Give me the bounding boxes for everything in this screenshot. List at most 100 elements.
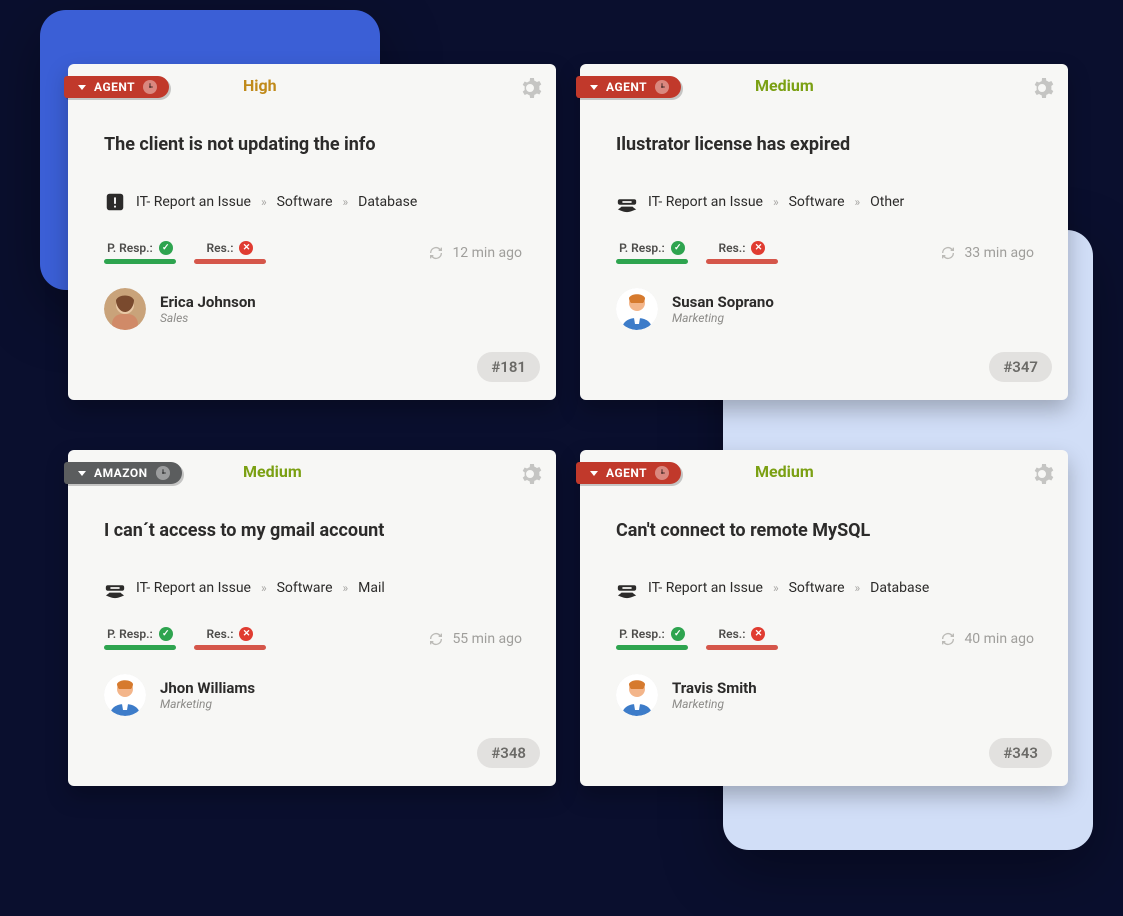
breadcrumb-item[interactable]: Database: [870, 580, 929, 596]
breadcrumb-item[interactable]: Software: [277, 194, 333, 210]
breadcrumb-item[interactable]: Database: [358, 194, 417, 210]
breadcrumb-item[interactable]: Software: [789, 580, 845, 596]
avatar[interactable]: [104, 288, 146, 330]
ticket-card: AMAZON Medium I can´t access to my gmail…: [68, 450, 556, 786]
status-row: P. Resp.: ✓ Res.: ✕ 40 min ago: [616, 627, 1040, 650]
gear-icon[interactable]: [1030, 462, 1054, 486]
avatar[interactable]: [616, 674, 658, 716]
caret-down-icon: [590, 85, 598, 90]
service-icon: [104, 191, 126, 213]
gear-icon[interactable]: [518, 462, 542, 486]
timestamp-text: 33 min ago: [964, 245, 1034, 261]
badge-label: AGENT: [606, 80, 647, 94]
ticket-id-badge[interactable]: #343: [989, 738, 1052, 768]
service-icon: [104, 577, 126, 599]
user-department: Sales: [160, 311, 256, 325]
ticket-title[interactable]: I can´t access to my gmail account: [104, 520, 528, 541]
status-row: P. Resp.: ✓ Res.: ✕ 55 min ago: [104, 627, 528, 650]
breadcrumb-item[interactable]: Mail: [358, 580, 385, 596]
progress-bar-green: [616, 259, 688, 264]
clock-icon: [156, 466, 170, 480]
p-resp-label: P. Resp.:: [107, 241, 153, 255]
x-icon: ✕: [751, 241, 765, 255]
breadcrumb: IT- Report an Issue » Software » Other: [616, 191, 1040, 213]
clock-icon: [655, 80, 669, 94]
badge-label: AMAZON: [94, 466, 148, 480]
priority-label: Medium: [755, 76, 814, 95]
res-label: Res.:: [719, 241, 746, 255]
p-resp-label: P. Resp.:: [619, 627, 665, 641]
res-status: Res.: ✕: [194, 241, 266, 264]
user-name[interactable]: Travis Smith: [672, 679, 757, 697]
breadcrumb: IT- Report an Issue»Software»Database: [104, 191, 528, 213]
service-icon: [616, 577, 638, 599]
res-label: Res.:: [207, 241, 234, 255]
ticket-title[interactable]: Can't connect to remote MySQL: [616, 520, 1040, 541]
gear-icon[interactable]: [1030, 76, 1054, 100]
service-icon: [616, 191, 638, 213]
check-icon: ✓: [671, 627, 685, 641]
refresh-icon: [940, 631, 956, 647]
progress-bar-green: [104, 259, 176, 264]
x-icon: ✕: [239, 627, 253, 641]
progress-bar-red: [194, 645, 266, 650]
breadcrumb-item[interactable]: Software: [277, 580, 333, 596]
check-icon: ✓: [671, 241, 685, 255]
res-status: Res.: ✕: [194, 627, 266, 650]
progress-bar-red: [194, 259, 266, 264]
res-status: Res.: ✕: [706, 627, 778, 650]
timestamp: 12 min ago: [428, 245, 528, 261]
progress-bar-green: [104, 645, 176, 650]
ticket-id-badge[interactable]: #348: [477, 738, 540, 768]
refresh-icon: [428, 245, 444, 261]
chevron-right-icon: »: [261, 581, 267, 595]
progress-bar-red: [706, 645, 778, 650]
user-name[interactable]: Susan Soprano: [672, 293, 774, 311]
progress-bar-red: [706, 259, 778, 264]
requester-row: Erica Johnson Sales: [104, 288, 528, 330]
breadcrumb-item[interactable]: IT- Report an Issue: [648, 580, 763, 596]
assignee-badge[interactable]: AGENT: [64, 76, 169, 98]
timestamp: 55 min ago: [428, 631, 528, 647]
ticket-id-badge[interactable]: #347: [989, 352, 1052, 382]
timestamp-text: 40 min ago: [964, 631, 1034, 647]
avatar[interactable]: [616, 288, 658, 330]
ticket-title[interactable]: Ilustrator license has expired: [616, 134, 1040, 155]
status-row: P. Resp.: ✓ Res.: ✕ 33 min ago: [616, 241, 1040, 264]
avatar[interactable]: [104, 674, 146, 716]
timestamp: 40 min ago: [940, 631, 1040, 647]
breadcrumb: IT- Report an Issue»Software»Mail: [104, 577, 528, 599]
p-resp-status: P. Resp.: ✓: [616, 627, 688, 650]
requester-row: Jhon Williams Marketing: [104, 674, 528, 716]
caret-down-icon: [78, 85, 86, 90]
badge-label: AGENT: [94, 80, 135, 94]
user-department: Marketing: [672, 697, 757, 711]
breadcrumb-item[interactable]: IT- Report an Issue: [136, 580, 251, 596]
x-icon: ✕: [751, 627, 765, 641]
clock-icon: [655, 466, 669, 480]
ticket-title[interactable]: The client is not updating the info: [104, 134, 528, 155]
breadcrumb-item[interactable]: Software: [789, 194, 845, 210]
p-resp-label: P. Resp.:: [107, 627, 153, 641]
priority-label: High: [243, 76, 277, 95]
breadcrumb-item[interactable]: IT- Report an Issue: [136, 194, 251, 210]
chevron-right-icon: »: [855, 195, 861, 209]
chevron-right-icon: »: [773, 195, 779, 209]
assignee-badge[interactable]: AGENT: [576, 462, 681, 484]
ticket-id-badge[interactable]: #181: [477, 352, 540, 382]
user-name[interactable]: Erica Johnson: [160, 293, 256, 311]
chevron-right-icon: »: [261, 195, 267, 209]
breadcrumb-item[interactable]: Other: [870, 194, 904, 210]
status-row: P. Resp.: ✓ Res.: ✕ 12 min ago: [104, 241, 528, 264]
refresh-icon: [428, 631, 444, 647]
ticket-card: AGENT High The client is not updating th…: [68, 64, 556, 400]
user-name[interactable]: Jhon Williams: [160, 679, 255, 697]
badge-label: AGENT: [606, 466, 647, 480]
assignee-badge[interactable]: AGENT: [576, 76, 681, 98]
user-department: Marketing: [672, 311, 774, 325]
res-label: Res.:: [719, 627, 746, 641]
gear-icon[interactable]: [518, 76, 542, 100]
breadcrumb-item[interactable]: IT- Report an Issue: [648, 194, 763, 210]
timestamp-text: 12 min ago: [452, 245, 522, 261]
assignee-badge[interactable]: AMAZON: [64, 462, 182, 484]
